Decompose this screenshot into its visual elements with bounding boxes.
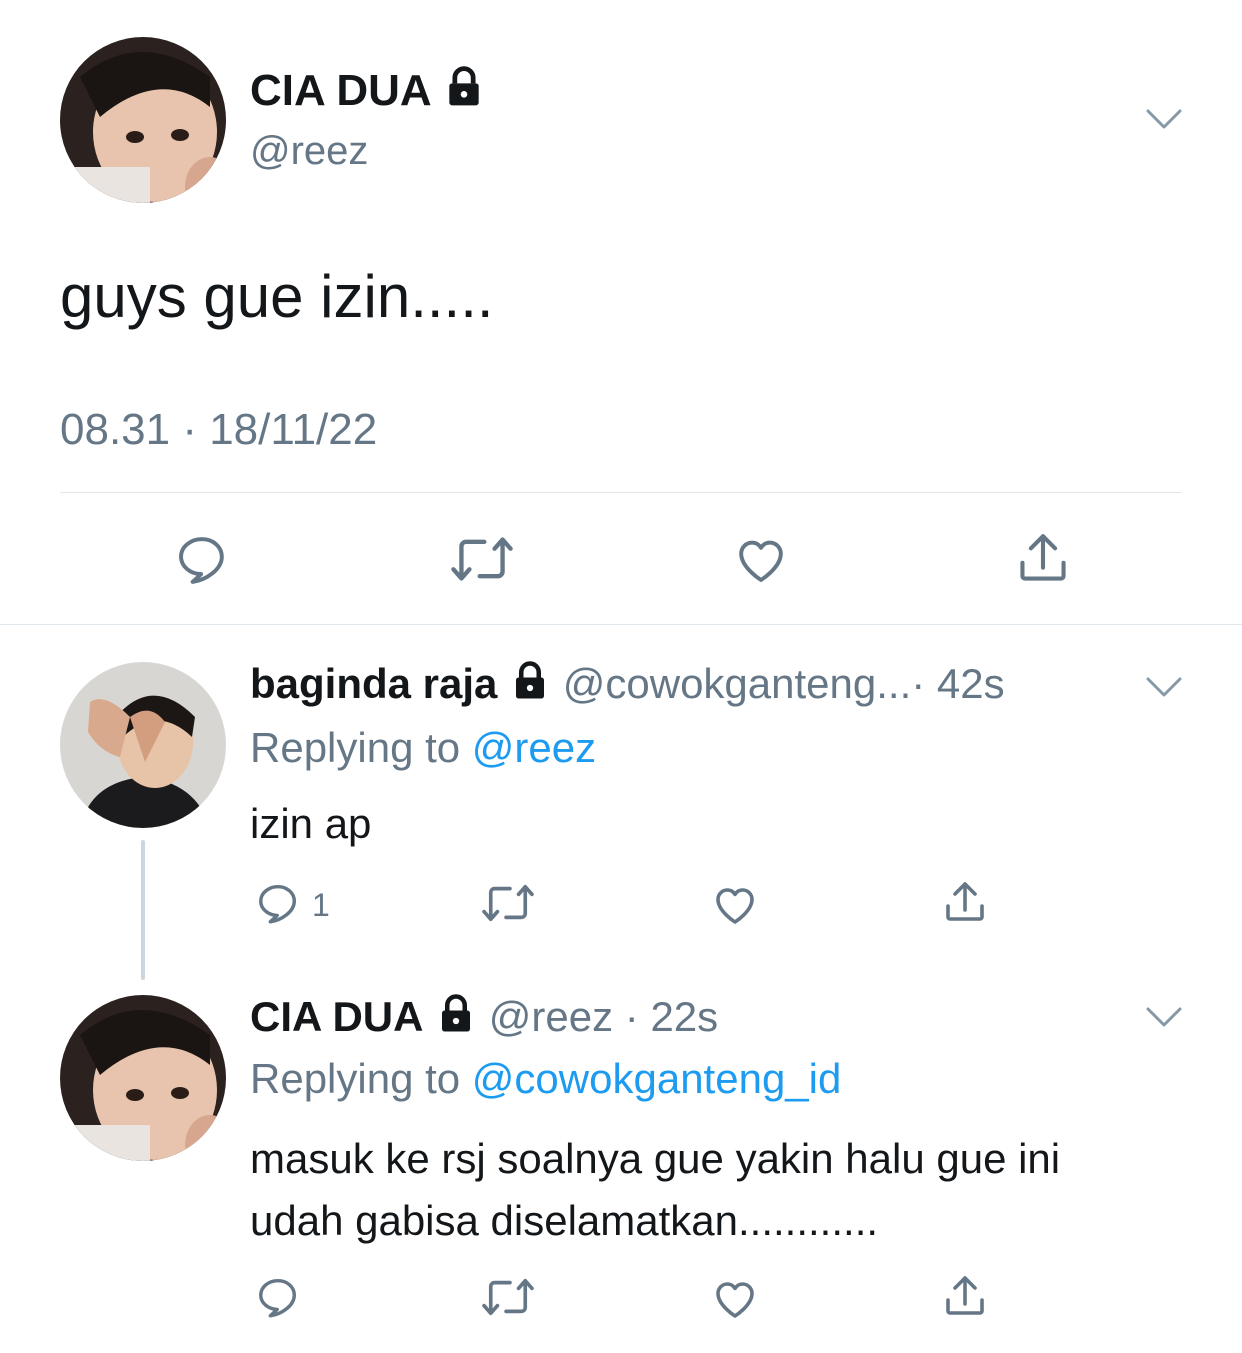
reply-time: · 22s — [624, 993, 719, 1040]
author-name[interactable]: CIA DUA — [250, 993, 423, 1040]
avatar[interactable] — [60, 37, 226, 203]
chevron-down-icon[interactable] — [1144, 1001, 1184, 1031]
like-icon[interactable] — [711, 1274, 759, 1322]
tweet-timestamp: 08.31 · 18/11/22 — [60, 405, 378, 454]
divider — [0, 624, 1242, 625]
lock-icon — [509, 660, 551, 714]
author-name[interactable]: CIA DUA — [250, 66, 430, 115]
tweet-text: guys gue izin..... — [60, 263, 494, 330]
author-name[interactable]: baginda raja — [250, 660, 497, 707]
avatar[interactable] — [60, 995, 226, 1161]
reply-icon[interactable] — [255, 1274, 301, 1320]
replying-label: Replying to — [250, 724, 461, 771]
share-icon[interactable] — [941, 1272, 989, 1320]
share-icon[interactable] — [941, 878, 989, 926]
retweet-icon[interactable] — [481, 1274, 535, 1320]
reply-icon[interactable] — [255, 880, 301, 926]
author-handle[interactable]: @reez — [489, 993, 613, 1040]
author-handle[interactable]: @reez — [250, 127, 368, 175]
chevron-down-icon[interactable] — [1144, 103, 1184, 133]
replying-label: Replying to — [250, 1055, 461, 1102]
lock-icon — [442, 65, 486, 122]
author-handle[interactable]: @cowokganteng... — [563, 660, 912, 707]
like-icon[interactable] — [711, 880, 759, 928]
retweet-icon[interactable] — [481, 880, 535, 926]
avatar[interactable] — [60, 662, 226, 828]
reply-text: izin ap — [250, 800, 372, 847]
divider — [60, 492, 1182, 493]
chevron-down-icon[interactable] — [1144, 671, 1184, 701]
lock-icon — [435, 993, 477, 1047]
reply-text-line: udah gabisa diselamatkan............ — [250, 1197, 879, 1244]
thread-line — [141, 840, 145, 980]
retweet-icon[interactable] — [450, 531, 514, 587]
reply-text-line: masuk ke rsj soalnya gue yakin halu gue … — [250, 1135, 1061, 1182]
reply-icon[interactable] — [174, 531, 230, 587]
replying-to-link[interactable]: @cowokganteng_id — [472, 1055, 842, 1102]
reply-time: · 42s — [911, 660, 1005, 707]
replying-to-link[interactable]: @reez — [472, 724, 596, 771]
like-icon[interactable] — [733, 531, 789, 587]
share-icon[interactable] — [1014, 529, 1072, 587]
reply-count: 1 — [312, 887, 330, 923]
